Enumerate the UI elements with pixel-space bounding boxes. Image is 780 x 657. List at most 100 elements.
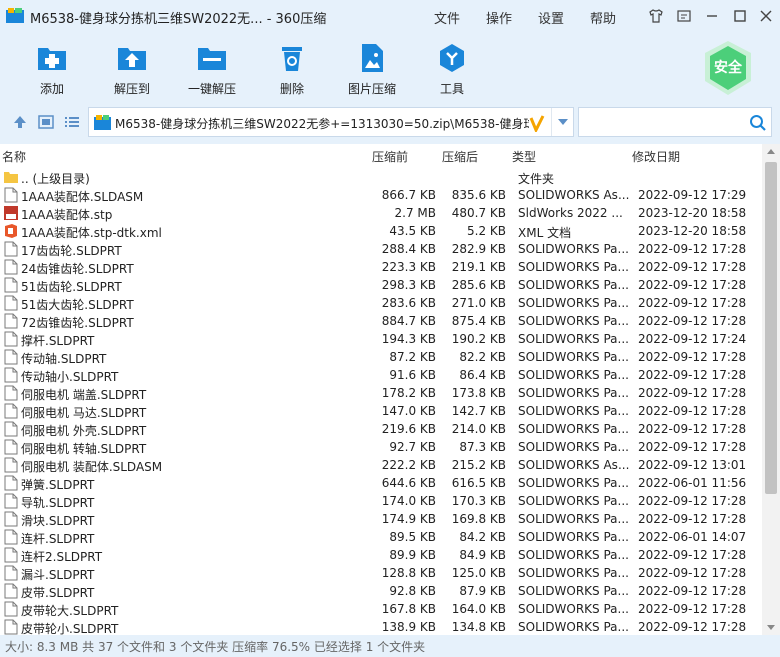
status-text: 大小: 8.3 MB 共 37 个文件和 3 个文件夹 压缩率 76.5% 已经… [5,640,426,654]
file-icon [4,421,18,437]
file-name: 滑块.SLDPRT [21,514,95,528]
file-icon [4,601,18,617]
add-label: 添加 [39,82,64,96]
feedback-button[interactable] [674,6,694,26]
file-name: 皮带.SLDPRT [21,586,95,600]
file-row[interactable]: 撑杆.SLDPRT 194.3 KB 190.2 KB SOLIDWORKS Pa..… [0,330,762,348]
file-size: 89.9 KB [389,548,436,562]
menu-file[interactable]: 文件 [434,8,460,27]
file-row[interactable]: 51齿齿轮.SLDPRT 298.3 KB 285.6 KB SOLIDWORKS P… [0,276,762,294]
file-name: 伺服电机 转轴.SLDPRT [21,442,147,456]
file-modified-date: 2022-09-12 17:28 [638,566,747,580]
file-modified-date: 2022-09-12 13:01 [638,458,747,472]
file-row[interactable]: 皮带轮小.SLDPRT 138.9 KB 134.8 KB SOLIDWORKS Pa… [0,618,762,635]
shirt-icon [649,9,663,23]
file-row[interactable]: 1AAA装配体.SLDASM 866.7 KB 835.6 KB SOLIDWORKS… [0,186,762,204]
file-name: 17齿齿轮.SLDPRT [21,244,122,258]
column-modified[interactable]: 修改日期 [632,148,680,165]
tools-button[interactable]: 工具 [412,38,492,98]
column-packed[interactable]: 压缩后 [442,148,478,165]
file-size: 298.3 KB [381,278,436,292]
file-modified-date: 2022-09-12 17:28 [638,440,747,454]
file-row[interactable]: 连杆.SLDPRT 89.5 KB 84.2 KB SOLIDWORKS Pa... 2… [0,528,762,546]
file-row[interactable]: 皮带.SLDPRT 92.8 KB 87.9 KB SOLIDWORKS Pa... 2… [0,582,762,600]
file-modified-date: 2022-09-12 17:28 [638,404,747,418]
menu-operation[interactable]: 操作 [486,8,512,27]
file-type: SOLIDWORKS Pa... [518,314,629,328]
file-packed-size: 480.7 KB [451,206,506,220]
skin-button[interactable] [646,6,666,26]
list-view-icon[interactable] [64,114,80,130]
file-row[interactable]: 1AAA装配体.stp 2.7 MB 480.7 KB SldWorks 2022 .… [0,204,762,222]
file-size: 174.9 KB [381,512,436,526]
file-type: SOLIDWORKS Pa... [518,404,629,418]
file-row[interactable]: 伺服电机 马达.SLDPRT 147.0 KB 142.7 KB SOLIDWORKS… [0,402,762,420]
close-button[interactable] [756,6,776,26]
file-row[interactable]: 51齿大齿轮.SLDPRT 283.6 KB 271.0 KB SOLIDWORKS … [0,294,762,312]
delete-button[interactable]: 删除 [252,38,332,98]
file-modified-date: 2023-12-20 18:58 [638,206,747,220]
search-input[interactable] [583,112,743,132]
file-icon [4,385,18,401]
file-name: 弹簧.SLDPRT [21,478,95,492]
file-packed-size: 170.3 KB [451,494,506,508]
column-size[interactable]: 压缩前 [372,148,408,165]
one-click-extract-button[interactable]: 一键解压 [172,38,252,98]
file-name: 伺服电机 装配体.SLDASM [21,460,163,474]
file-packed-size: 134.8 KB [451,620,506,634]
file-row[interactable]: 伺服电机 转轴.SLDPRT 92.7 KB 87.3 KB SOLIDWORKS P… [0,438,762,456]
column-name[interactable]: 名称 [2,148,26,165]
file-type: SOLIDWORKS Pa... [518,602,629,616]
view-icon[interactable] [38,114,54,130]
file-row[interactable]: 弹簧.SLDPRT 644.6 KB 616.5 KB SOLIDWORKS Pa..… [0,474,762,492]
file-row[interactable]: 72齿锥齿轮.SLDPRT 884.7 KB 875.4 KB SOLIDWORKS … [0,312,762,330]
file-row[interactable]: 伺服电机 装配体.SLDASM 222.2 KB 215.2 KB SOLIDWORK… [0,456,762,474]
file-size: 92.8 KB [389,584,436,598]
file-row[interactable]: 1AAA装配体.stp-dtk.xml 43.5 KB 5.2 KB XML 文档 20… [0,222,762,240]
file-row[interactable]: 传动轴小.SLDPRT 91.6 KB 86.4 KB SOLIDWORKS Pa..… [0,366,762,384]
file-row[interactable]: 17齿齿轮.SLDPRT 288.4 KB 282.9 KB SOLIDWORKS P… [0,240,762,258]
file-row[interactable]: 24齿锥齿轮.SLDPRT 223.3 KB 219.1 KB SOLIDWORKS … [0,258,762,276]
file-row[interactable]: .. (上级目录) 文件夹 [0,168,762,186]
office-file-icon [4,223,18,239]
file-packed-size: 835.6 KB [451,188,506,202]
file-type: SOLIDWORKS Pa... [518,512,629,526]
file-row[interactable]: 滑块.SLDPRT 174.9 KB 169.8 KB SOLIDWORKS Pa..… [0,510,762,528]
file-packed-size: 875.4 KB [451,314,506,328]
file-type: SOLIDWORKS As... [518,458,630,472]
file-row[interactable]: 漏斗.SLDPRT 128.8 KB 125.0 KB SOLIDWORKS Pa..… [0,564,762,582]
file-row[interactable]: 伺服电机 端盖.SLDPRT 178.2 KB 173.8 KB SOLIDWORKS… [0,384,762,402]
scrollbar-thumb[interactable] [765,162,777,494]
file-packed-size: 84.9 KB [459,548,506,562]
scroll-down-icon[interactable] [767,625,775,630]
search-icon[interactable] [749,114,767,132]
file-type: SOLIDWORKS Pa... [518,278,629,292]
up-arrow-icon[interactable] [12,114,28,130]
file-row[interactable]: 皮带轮大.SLDPRT 167.8 KB 164.0 KB SOLIDWORKS Pa… [0,600,762,618]
file-row[interactable]: 导轨.SLDPRT 174.0 KB 170.3 KB SOLIDWORKS Pa..… [0,492,762,510]
file-type: SOLIDWORKS Pa... [518,566,629,580]
add-button[interactable]: 添加 [12,38,92,98]
menu-help[interactable]: 帮助 [590,8,616,27]
file-list: .. (上级目录) 文件夹 1AAA装配体.SLDASM 866.7 KB 835.6 … [0,168,762,635]
path-dropdown-button[interactable] [551,108,573,136]
file-packed-size: 5.2 KB [467,224,506,238]
file-row[interactable]: 传动轴.SLDPRT 87.2 KB 82.2 KB SOLIDWORKS Pa...… [0,348,762,366]
file-modified-date: 2022-09-12 17:28 [638,260,747,274]
column-type[interactable]: 类型 [512,148,536,165]
search-box[interactable] [578,107,772,137]
file-row[interactable]: 连杆2.SLDPRT 89.9 KB 84.9 KB SOLIDWORKS Pa...… [0,546,762,564]
file-modified-date: 2022-09-12 17:28 [638,620,747,634]
path-box[interactable]: M6538-健身球分拣机三维SW2022无参+=1313030=50.zip\M… [88,107,574,137]
menu-settings[interactable]: 设置 [538,8,564,27]
vertical-scrollbar[interactable] [762,144,780,635]
file-size: 43.5 KB [389,224,436,238]
one-click-extract-icon [198,48,226,70]
file-row[interactable]: 伺服电机 外壳.SLDPRT 219.6 KB 214.0 KB SOLIDWORKS… [0,420,762,438]
scroll-up-icon[interactable] [767,149,775,154]
image-compress-button[interactable]: 图片压缩 [332,38,412,98]
maximize-button[interactable] [730,6,750,26]
minimize-button[interactable] [702,6,722,26]
one-click-extract-label: 一键解压 [187,82,236,96]
extract-to-button[interactable]: 解压到 [92,38,172,98]
